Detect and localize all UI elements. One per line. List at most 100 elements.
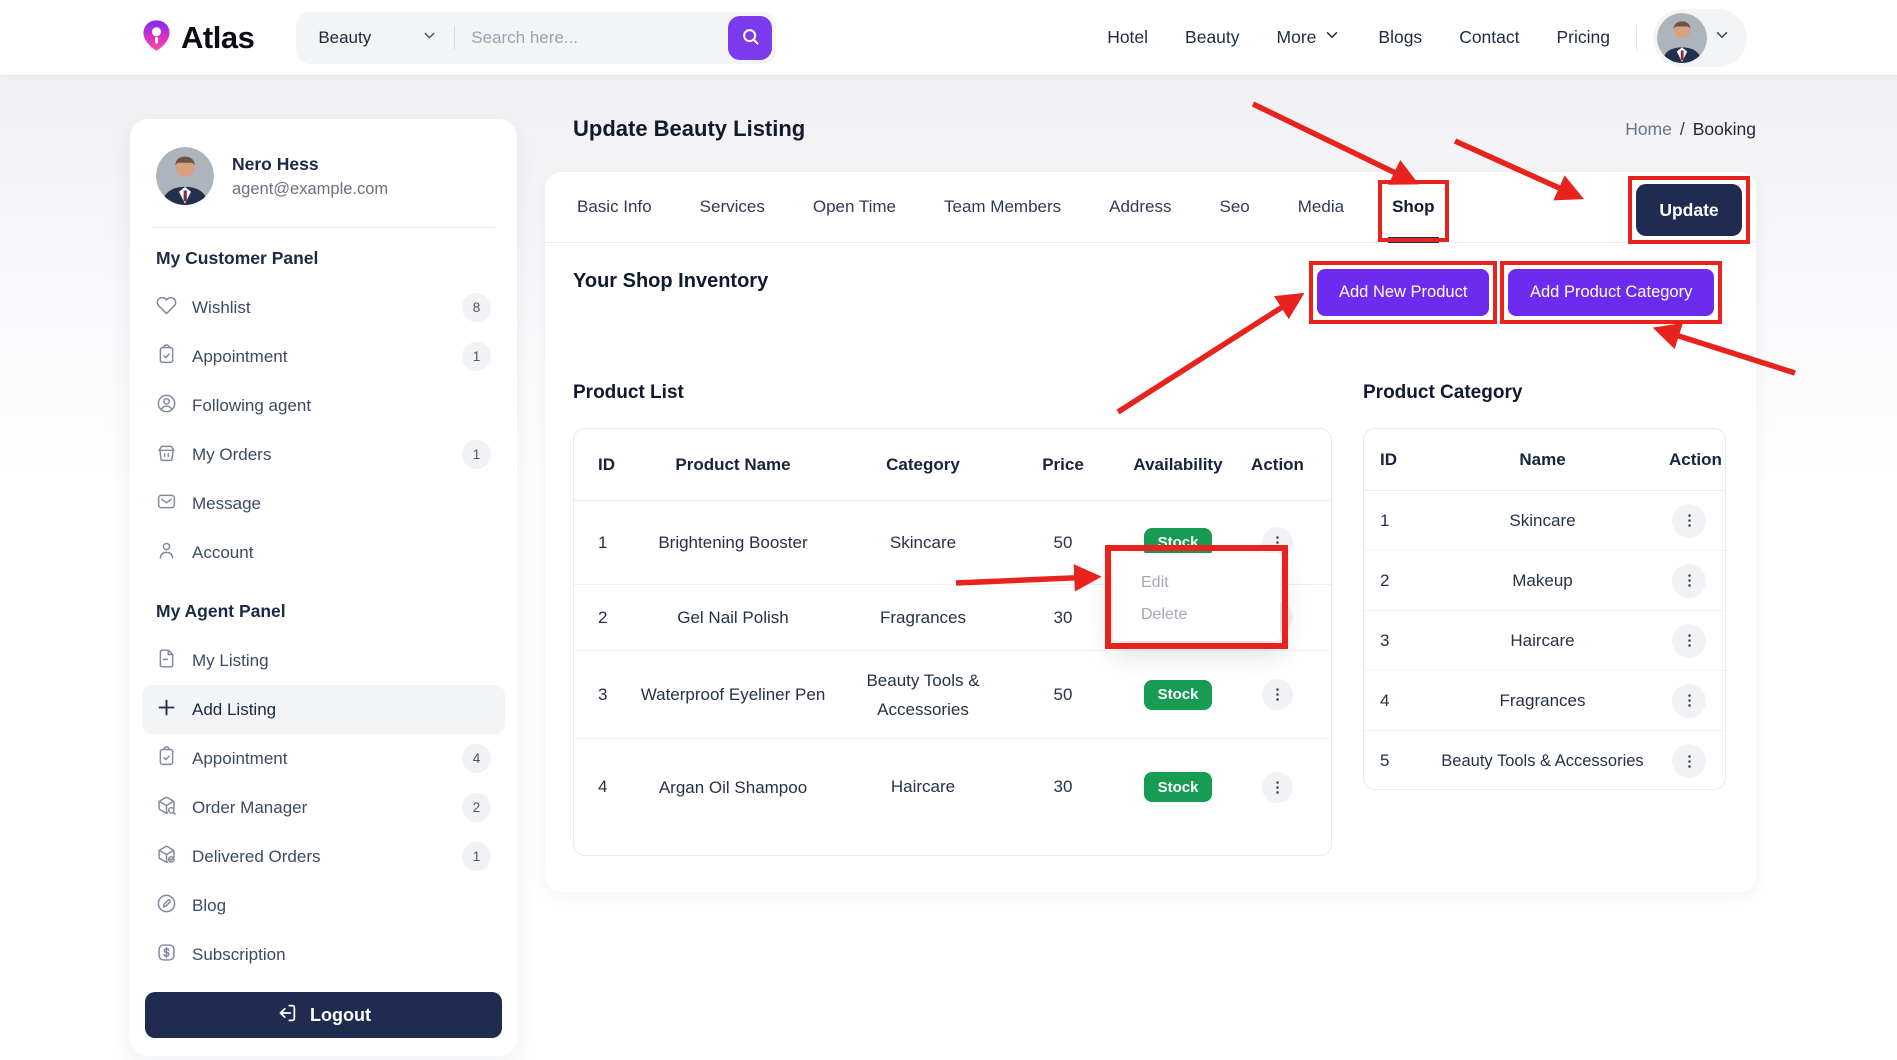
- tab-seo[interactable]: Seo: [1220, 172, 1250, 242]
- sidebar-item-wishlist[interactable]: Wishlist 8: [142, 283, 505, 332]
- nav-link-beauty[interactable]: Beauty: [1185, 27, 1239, 48]
- status-badge: Stock: [1144, 680, 1213, 710]
- row-actions-kebab-icon[interactable]: [1262, 772, 1293, 803]
- logout-label: Logout: [310, 1005, 371, 1026]
- clipboard-check-icon: [156, 344, 177, 370]
- cell-product-name: Brightening Booster: [638, 528, 828, 557]
- sidebar-item-label: Message: [192, 494, 261, 514]
- row-actions-kebab-icon[interactable]: [1672, 624, 1706, 658]
- cell-id: 1: [598, 533, 638, 553]
- col-availability: Availability: [1108, 455, 1248, 475]
- category-table-header: ID Name Action: [1364, 429, 1725, 491]
- count-badge: 8: [462, 293, 491, 322]
- document-icon: [156, 648, 177, 674]
- plus-icon: [156, 697, 177, 723]
- sidebar-item-label: My Listing: [192, 651, 269, 671]
- sidebar-item-label: Appointment: [192, 347, 287, 367]
- tab-basic-info[interactable]: Basic Info: [577, 172, 652, 242]
- search-button[interactable]: [728, 16, 772, 60]
- tab-shop[interactable]: Shop: [1392, 172, 1435, 242]
- count-badge: 1: [462, 440, 491, 469]
- tab-team-members[interactable]: Team Members: [944, 172, 1061, 242]
- count-badge: 1: [462, 842, 491, 871]
- row-actions-kebab-icon[interactable]: [1262, 679, 1293, 710]
- logout-button[interactable]: Logout: [145, 992, 502, 1038]
- clipboard-check-icon: [156, 746, 177, 772]
- add-new-product-button[interactable]: Add New Product: [1317, 269, 1489, 316]
- search-input[interactable]: [471, 28, 728, 48]
- sidebar: Nero Hess agent@example.com My Customer …: [130, 119, 517, 1056]
- customer-panel-title: My Customer Panel: [156, 248, 491, 269]
- nav-link-contact[interactable]: Contact: [1459, 27, 1519, 48]
- tab-open-time[interactable]: Open Time: [813, 172, 896, 242]
- context-menu-edit[interactable]: Edit: [1113, 567, 1280, 599]
- tab-services[interactable]: Services: [700, 172, 765, 242]
- update-button[interactable]: Update: [1636, 184, 1742, 236]
- cell-category: Beauty Tools & Accessories: [828, 666, 1018, 724]
- search-icon: [740, 26, 761, 50]
- tab-address[interactable]: Address: [1109, 172, 1171, 242]
- cell-product-name: Argan Oil Shampoo: [638, 773, 828, 802]
- sidebar-item-add-listing[interactable]: Add Listing: [142, 685, 505, 734]
- context-menu-delete[interactable]: Delete: [1113, 599, 1280, 631]
- breadcrumb: Home / Booking: [1625, 119, 1756, 140]
- sidebar-item-label: Delivered Orders: [192, 847, 321, 867]
- col-product-name: Product Name: [638, 455, 828, 475]
- nav-link-hotel[interactable]: Hotel: [1107, 27, 1148, 48]
- map-pin-logo-icon: [140, 16, 173, 60]
- sidebar-item-subscription[interactable]: Subscription: [142, 930, 505, 979]
- nav-link-blogs[interactable]: Blogs: [1378, 27, 1422, 48]
- top-navbar: Atlas Beauty Hotel Beauty More: [0, 0, 1897, 75]
- cell-price: 30: [1018, 608, 1108, 628]
- cell-category: Fragrances: [828, 608, 1018, 628]
- heart-icon: [156, 295, 177, 321]
- user-menu[interactable]: [1653, 9, 1747, 67]
- sidebar-item-blog[interactable]: Blog: [142, 881, 505, 930]
- breadcrumb-separator: /: [1680, 119, 1685, 140]
- add-product-category-wrap: Add Product Category: [1508, 269, 1714, 316]
- sidebar-item-appointment[interactable]: Appointment 1: [142, 332, 505, 381]
- add-product-category-button[interactable]: Add Product Category: [1508, 269, 1714, 316]
- row-actions-context-menu: Edit Delete: [1113, 553, 1280, 641]
- annotation-arrow-shop-tab: [1253, 104, 1412, 181]
- sidebar-item-my-listing[interactable]: My Listing: [142, 636, 505, 685]
- nav-link-more[interactable]: More: [1277, 26, 1342, 49]
- table-row: 3 Waterproof Eyeliner Pen Beauty Tools &…: [574, 651, 1331, 739]
- sidebar-item-agent-appointment[interactable]: Appointment 4: [142, 734, 505, 783]
- col-action: Action: [1669, 450, 1709, 470]
- sidebar-item-label: Order Manager: [192, 798, 307, 818]
- pen-icon: [156, 893, 177, 919]
- cell-id: 3: [598, 685, 638, 705]
- row-actions-kebab-icon[interactable]: [1672, 564, 1706, 598]
- sidebar-item-my-orders[interactable]: My Orders 1: [142, 430, 505, 479]
- sidebar-item-label: My Orders: [192, 445, 271, 465]
- search-category-select[interactable]: Beauty: [318, 27, 438, 49]
- chevron-down-icon: [421, 27, 438, 49]
- logout-icon: [276, 1002, 298, 1029]
- cell-id: 2: [598, 608, 638, 628]
- sidebar-item-message[interactable]: Message: [142, 479, 505, 528]
- sidebar-item-label: Add Listing: [192, 700, 276, 720]
- avatar: [156, 147, 214, 205]
- breadcrumb-home-link[interactable]: Home: [1625, 119, 1672, 140]
- sidebar-item-account[interactable]: Account: [142, 528, 505, 577]
- cell-price: 30: [1018, 777, 1108, 797]
- sidebar-item-label: Blog: [192, 896, 226, 916]
- sidebar-item-delivered-orders[interactable]: Delivered Orders 1: [142, 832, 505, 881]
- agent-panel-title: My Agent Panel: [156, 601, 491, 622]
- tab-media[interactable]: Media: [1298, 172, 1344, 242]
- page: Atlas Beauty Hotel Beauty More: [0, 0, 1897, 1060]
- row-actions-kebab-icon[interactable]: [1672, 504, 1706, 538]
- search-divider: [454, 26, 455, 50]
- profile-name: Nero Hess: [232, 154, 388, 175]
- row-actions-kebab-icon[interactable]: [1672, 744, 1706, 778]
- nav-link-pricing[interactable]: Pricing: [1557, 27, 1611, 48]
- sidebar-item-label: Subscription: [192, 945, 286, 965]
- brand-logo[interactable]: Atlas: [140, 16, 254, 60]
- cell-price: 50: [1018, 533, 1108, 553]
- sidebar-item-following-agent[interactable]: Following agent: [142, 381, 505, 430]
- row-actions-kebab-icon[interactable]: [1672, 684, 1706, 718]
- sidebar-item-order-manager[interactable]: Order Manager 2: [142, 783, 505, 832]
- sidebar-item-label: Following agent: [192, 396, 311, 416]
- sidebar-item-label: Appointment: [192, 749, 287, 769]
